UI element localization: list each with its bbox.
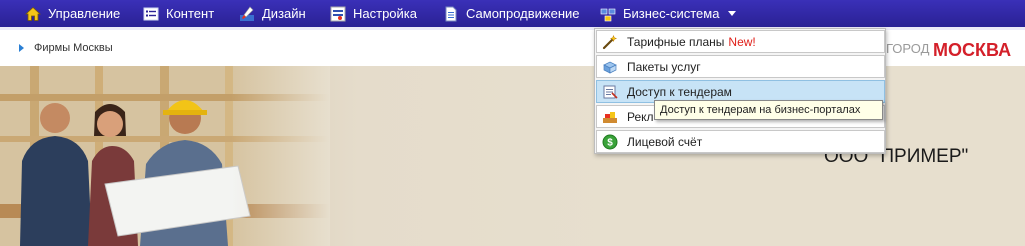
magic-wand-icon — [602, 34, 618, 50]
breadcrumb-arrow-icon — [19, 44, 24, 52]
nav-label-design: Дизайн — [262, 6, 306, 21]
menu-item-personal-account[interactable]: $ Лицевой счёт — [596, 130, 885, 153]
nav-item-management[interactable]: Управление — [24, 0, 121, 27]
design-brush-icon — [239, 6, 255, 22]
menu-item-label: Доступ к тендерам — [627, 84, 732, 99]
business-system-dropdown: Тарифные планы New! Пакеты услуг Доступ … — [594, 28, 886, 154]
business-system-icon — [600, 6, 616, 22]
nav-item-settings[interactable]: Настройка — [330, 0, 417, 27]
nav-label-settings: Настройка — [353, 6, 417, 21]
menu-item-label: Пакеты услуг — [627, 59, 701, 74]
city-name: МОСКВА — [933, 40, 1012, 60]
nav-label-content: Контент — [166, 6, 215, 21]
new-badge: New! — [728, 34, 756, 49]
nav-label-self-promotion: Самопродвижение — [466, 6, 580, 21]
chevron-down-icon — [728, 11, 737, 16]
menu-item-service-packages[interactable]: Пакеты услуг — [596, 55, 885, 78]
nav-item-content[interactable]: Контент — [143, 0, 214, 27]
svg-text:$: $ — [607, 137, 613, 148]
nav-label-business-system: Бизнес-система — [623, 6, 720, 21]
banner-photo — [0, 66, 330, 246]
menu-item-label: Тарифные планы — [627, 34, 725, 49]
nav-label-management: Управление — [48, 6, 121, 21]
document-icon — [443, 6, 459, 22]
content-list-icon — [143, 6, 159, 22]
package-icon — [602, 59, 618, 75]
advertising-icon — [602, 109, 618, 125]
breadcrumb[interactable]: Фирмы Москвы — [19, 42, 113, 54]
city-label: ГОРОД — [886, 41, 930, 56]
tooltip: Доступ к тендерам на бизнес-порталах — [654, 100, 883, 120]
tender-icon — [602, 84, 618, 100]
menu-item-tariff-plans[interactable]: Тарифные планы New! — [596, 30, 885, 53]
dollar-coin-icon: $ — [602, 134, 618, 150]
menu-item-label: Рекл — [627, 109, 654, 124]
top-navigation-bar: Управление Контент Дизайн Настройка Само… — [0, 0, 1025, 30]
settings-icon — [330, 6, 346, 22]
nav-item-self-promotion[interactable]: Самопродвижение — [443, 0, 580, 27]
breadcrumb-label: Фирмы Москвы — [34, 42, 113, 54]
menu-item-label: Лицевой счёт — [627, 134, 703, 149]
nav-item-design[interactable]: Дизайн — [239, 0, 306, 27]
home-icon — [24, 6, 42, 22]
nav-item-business-system[interactable]: Бизнес-система — [600, 0, 737, 27]
